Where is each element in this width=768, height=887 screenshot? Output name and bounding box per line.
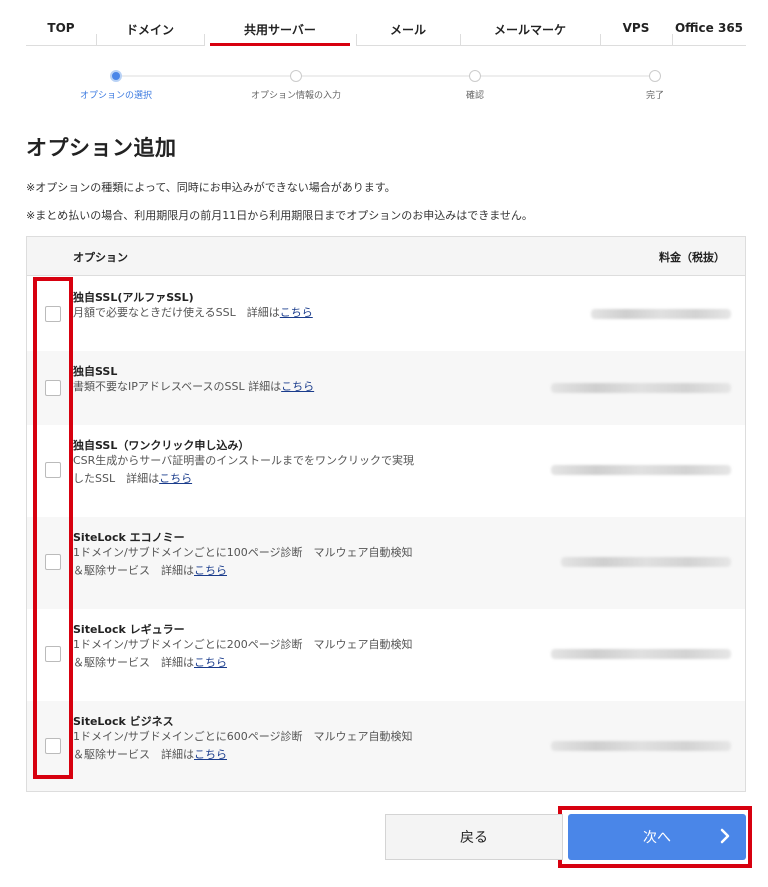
option-desc-text: 1ドメイン/サブドメインごとに600ページ診断 マルウェア自動検知＆駆除サービス… (73, 730, 413, 761)
options-table: オプション 料金（税抜） 独自SSL(アルファSSL) 月額で必要なときだけ使え… (26, 236, 746, 792)
next-button[interactable]: 次へ (568, 814, 746, 860)
page-title: オプション追加 (26, 136, 177, 160)
nav-tab-label: メール (389, 23, 426, 37)
detail-link[interactable]: こちら (281, 380, 314, 393)
back-button-label: 戻る (460, 830, 488, 846)
nav-tab-vps[interactable]: VPS (600, 0, 672, 46)
nav-tab-label: 共用サーバー (244, 23, 316, 37)
option-row-sitelock-business: SiteLock ビジネス 1ドメイン/サブドメインごとに600ページ診断 マル… (27, 701, 745, 791)
step-label: 完了 (645, 91, 664, 101)
option-checkbox[interactable] (45, 554, 61, 570)
option-title: 独自SSL (73, 365, 118, 378)
option-row-alpha-ssl: 独自SSL(アルファSSL) 月額で必要なときだけ使えるSSL 詳細はこちら (27, 277, 745, 351)
detail-link[interactable]: こちら (194, 564, 227, 577)
option-checkbox[interactable] (45, 646, 61, 662)
step-option-input: オプション情報の入力 (216, 70, 376, 101)
nav-tab-label: TOP (47, 21, 75, 35)
top-nav: TOP ドメイン 共用サーバー メール メールマーケ VPS Office 36… (26, 0, 746, 46)
nav-tab-label: Office 365 (674, 21, 744, 35)
table-header: オプション 料金（税抜） (27, 237, 745, 276)
step-label: 確認 (465, 91, 484, 101)
column-header-price: 料金（税抜） (659, 251, 725, 264)
step-dot (649, 70, 661, 82)
option-desc: CSR生成からサーバ証明書のインストールまでをワンクリックで実現したSSL 詳細… (73, 452, 418, 488)
option-checkbox[interactable] (45, 738, 61, 754)
next-button-label: 次へ (643, 830, 671, 846)
step-dot (469, 70, 481, 82)
detail-link[interactable]: こちら (280, 306, 313, 319)
nav-tab-top[interactable]: TOP (26, 0, 96, 46)
nav-tab-label: VPS (622, 21, 650, 35)
option-checkbox[interactable] (45, 462, 61, 478)
option-title: SiteLock ビジネス (73, 715, 174, 728)
notice-text-2: ※まとめ払いの場合、利用期限月の前月11日から利用期限日までオプションのお申込み… (26, 209, 533, 222)
notice-text-1: ※オプションの種類によって、同時にお申込みができない場合があります。 (26, 181, 396, 194)
option-checkbox[interactable] (45, 380, 61, 396)
step-confirm: 確認 (395, 70, 555, 101)
option-checkbox[interactable] (45, 306, 61, 322)
back-button[interactable]: 戻る (385, 814, 563, 860)
option-title: SiteLock エコノミー (73, 531, 185, 544)
option-desc: 書類不要なIPアドレスベースのSSL 詳細はこちら (73, 378, 433, 396)
option-desc-text: 書類不要なIPアドレスベースのSSL 詳細は (73, 380, 282, 393)
option-title: SiteLock レギュラー (73, 623, 185, 636)
option-desc-text: 月額で必要なときだけ使えるSSL 詳細は (73, 306, 280, 319)
detail-link[interactable]: こちら (194, 748, 227, 761)
option-desc: 月額で必要なときだけ使えるSSL 詳細はこちら (73, 304, 433, 322)
price-value-blurred (551, 741, 731, 751)
price-value-blurred (551, 383, 731, 393)
step-dot (290, 70, 302, 82)
option-desc-text: 1ドメイン/サブドメインごとに100ページ診断 マルウェア自動検知＆駆除サービス… (73, 546, 413, 577)
price-value-blurred (551, 649, 731, 659)
nav-tab-label: ドメイン (125, 23, 174, 37)
nav-tab-label: メールマーケ (493, 23, 566, 37)
option-title: 独自SSL（ワンクリック申し込み） (73, 439, 250, 452)
step-complete: 完了 (575, 70, 735, 101)
column-header-option: オプション (73, 251, 128, 264)
nav-tab-office365[interactable]: Office 365 (672, 0, 746, 46)
option-desc: 1ドメイン/サブドメインごとに600ページ診断 マルウェア自動検知＆駆除サービス… (73, 728, 418, 764)
option-row-sitelock-regular: SiteLock レギュラー 1ドメイン/サブドメインごとに200ページ診断 マ… (27, 609, 745, 701)
price-value-blurred (591, 309, 731, 319)
option-desc: 1ドメイン/サブドメインごとに200ページ診断 マルウェア自動検知＆駆除サービス… (73, 636, 418, 672)
nav-tab-mail-marketing[interactable]: メールマーケ (460, 0, 600, 46)
price-value-blurred (561, 557, 731, 567)
chevron-right-icon (720, 828, 730, 844)
nav-tab-shared-server[interactable]: 共用サーバー (204, 0, 356, 46)
option-desc: 1ドメイン/サブドメインごとに100ページ診断 マルウェア自動検知＆駆除サービス… (73, 544, 418, 580)
option-row-ssl-oneclick: 独自SSL（ワンクリック申し込み） CSR生成からサーバ証明書のインストールまで… (27, 425, 745, 517)
option-row-sitelock-economy: SiteLock エコノミー 1ドメイン/サブドメインごとに100ページ診断 マ… (27, 517, 745, 609)
step-option-select: オプションの選択 (36, 70, 196, 101)
step-dot (110, 70, 122, 82)
option-title: 独自SSL(アルファSSL) (73, 291, 194, 304)
option-row-ssl: 独自SSL 書類不要なIPアドレスベースのSSL 詳細はこちら (27, 351, 745, 425)
step-label: オプション情報の入力 (250, 91, 341, 101)
step-progress: オプションの選択 オプション情報の入力 確認 完了 (0, 62, 768, 102)
detail-link[interactable]: こちら (159, 472, 192, 485)
step-label: オプションの選択 (79, 91, 152, 101)
price-value-blurred (551, 465, 731, 475)
option-desc-text: CSR生成からサーバ証明書のインストールまでをワンクリックで実現したSSL 詳細… (73, 454, 414, 485)
nav-tab-domain[interactable]: ドメイン (96, 0, 204, 46)
option-desc-text: 1ドメイン/サブドメインごとに200ページ診断 マルウェア自動検知＆駆除サービス… (73, 638, 413, 669)
detail-link[interactable]: こちら (194, 656, 227, 669)
nav-tab-mail[interactable]: メール (356, 0, 460, 46)
